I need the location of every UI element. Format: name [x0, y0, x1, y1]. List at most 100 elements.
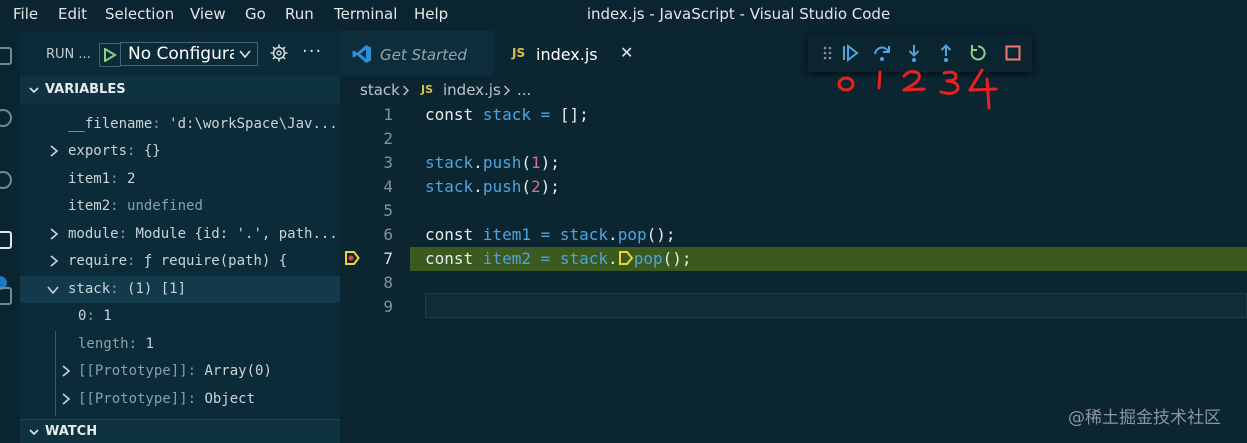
source-control-icon[interactable] — [0, 171, 12, 189]
variable-row[interactable]: [[Prototype]]: Object — [20, 386, 340, 413]
line-number: 9 — [383, 297, 393, 316]
watch-section-header[interactable]: WATCH — [20, 419, 340, 443]
separator: : — [187, 363, 205, 379]
run-header: RUN ... No Configurat ··· — [20, 31, 340, 76]
code-line[interactable]: stack.push(2); — [425, 177, 560, 196]
code-token: push — [482, 177, 522, 196]
chevron-right-icon[interactable] — [61, 393, 71, 405]
chevron-right-icon[interactable] — [49, 255, 59, 267]
variable-row[interactable]: [[Prototype]]: Array(0) — [20, 358, 340, 385]
tab-label: index.js — [536, 45, 598, 64]
tab-get-started[interactable]: Get Started — [340, 31, 494, 76]
variable-name: item2 — [68, 198, 111, 214]
more-actions-icon[interactable]: ··· — [302, 41, 322, 62]
variable-value: (1) [1] — [127, 281, 187, 297]
code-token: = — [530, 105, 560, 124]
line-number: 6 — [383, 225, 393, 244]
breadcrumb-more[interactable]: ... — [517, 81, 531, 99]
variable-row[interactable]: length: 1 — [20, 331, 340, 358]
separator: : — [118, 226, 136, 242]
variable-row[interactable]: item1: 2 — [20, 166, 340, 193]
variable-value: Array(0) — [204, 363, 272, 379]
code-token: push — [482, 153, 522, 172]
code-line[interactable]: stack.push(1); — [425, 153, 560, 172]
step-into-icon[interactable] — [904, 43, 924, 63]
vscode-logo-icon — [352, 45, 371, 63]
chevron-right-icon — [504, 85, 510, 96]
code-token: pop — [633, 249, 663, 268]
variable-name: require — [68, 253, 128, 269]
variable-row[interactable]: 0: 1 — [20, 303, 340, 330]
variable-name: [[Prototype]] — [78, 391, 188, 407]
variable-value: 1 — [145, 336, 154, 352]
breadcrumb-file[interactable]: index.js — [443, 81, 501, 99]
close-icon[interactable]: ✕ — [620, 43, 633, 62]
variable-row[interactable]: require: ƒ require(path) { — [20, 248, 340, 275]
window-title: index.js - JavaScript - Visual Studio Co… — [586, 5, 891, 23]
step-over-icon[interactable] — [872, 43, 892, 63]
code-token: . — [608, 249, 618, 268]
code-token: []; — [559, 105, 589, 124]
explorer-icon[interactable] — [0, 47, 12, 65]
configuration-select-value: No Configurat — [128, 44, 234, 64]
variable-name: module — [68, 226, 119, 242]
variable-value: {} — [143, 143, 161, 159]
separator: : — [110, 171, 128, 187]
code-token: item2 — [482, 249, 531, 268]
line-number: 5 — [383, 201, 393, 220]
line-number: 2 — [383, 129, 393, 148]
start-debugging-button[interactable] — [99, 43, 121, 67]
code-line-current[interactable]: const item2 = stack. pop(); — [425, 249, 692, 268]
tab-index-js[interactable]: JS index.js ✕ — [494, 31, 644, 76]
handwritten-annotation — [837, 68, 998, 110]
grip-icon[interactable] — [818, 43, 838, 63]
line-number: 4 — [383, 177, 393, 196]
code-token: 2 — [530, 177, 541, 196]
chevron-right-icon[interactable] — [61, 365, 71, 377]
variable-row[interactable]: __filename: 'd:\workSpace\Jav... — [20, 111, 340, 138]
variable-row[interactable]: module: Module {id: '.', path... — [20, 221, 340, 248]
restart-icon[interactable] — [968, 43, 988, 63]
step-out-icon[interactable] — [936, 43, 956, 63]
code-token: (); — [646, 225, 676, 244]
line-number: 1 — [383, 105, 393, 124]
variable-value: 1 — [103, 308, 112, 324]
configuration-select[interactable]: No Configurat — [120, 42, 258, 66]
chevron-right-icon[interactable] — [49, 228, 59, 240]
code-token: stack — [425, 177, 474, 196]
code-token: stack — [425, 153, 474, 172]
variable-name: exports — [68, 143, 128, 159]
run-debug-icon[interactable] — [0, 231, 12, 249]
code-token: . — [608, 225, 618, 244]
breadcrumb-folder[interactable]: stack — [360, 81, 400, 99]
chevron-right-icon[interactable] — [49, 145, 59, 157]
debug-sidebar: RUN ... No Configurat ··· VARIABLES __fi… — [20, 31, 340, 443]
variables-section-header[interactable]: VARIABLES — [20, 76, 340, 104]
separator: : — [110, 198, 128, 214]
watermark: @稀土掘金技术社区 — [1068, 408, 1221, 428]
search-icon[interactable] — [0, 109, 12, 127]
editor-tab-bar: Get Started JS index.js ✕ — [340, 31, 1247, 76]
code-token: = — [530, 225, 560, 244]
code-line[interactable]: const item1 = stack.pop(); — [425, 225, 676, 244]
variable-name: item1 — [68, 171, 111, 187]
chevron-down-icon[interactable] — [47, 285, 59, 295]
annotation-digit-4 — [968, 68, 998, 110]
variable-value: 'd:\workSpace\Jav... — [169, 116, 338, 132]
code-token: pop — [617, 225, 647, 244]
inline-breakpoint-icon[interactable] — [618, 251, 634, 265]
code-token: stack — [482, 105, 531, 124]
code-line[interactable]: const stack = []; — [425, 105, 589, 124]
separator: : — [127, 143, 144, 159]
gear-icon[interactable] — [270, 44, 288, 62]
extensions-icon[interactable] — [0, 287, 12, 305]
variable-row-selected[interactable]: stack: (1) [1] — [20, 276, 340, 303]
continue-icon[interactable] — [840, 43, 860, 63]
variable-row[interactable]: exports: {} — [20, 138, 340, 165]
stop-icon[interactable] — [1003, 43, 1023, 63]
code-token: (); — [662, 249, 692, 268]
variable-row[interactable]: item2: undefined — [20, 193, 340, 220]
variable-value: Module {id: '.', path... — [135, 226, 338, 242]
code-token: ( — [521, 153, 531, 172]
variable-value: Object — [204, 391, 256, 407]
